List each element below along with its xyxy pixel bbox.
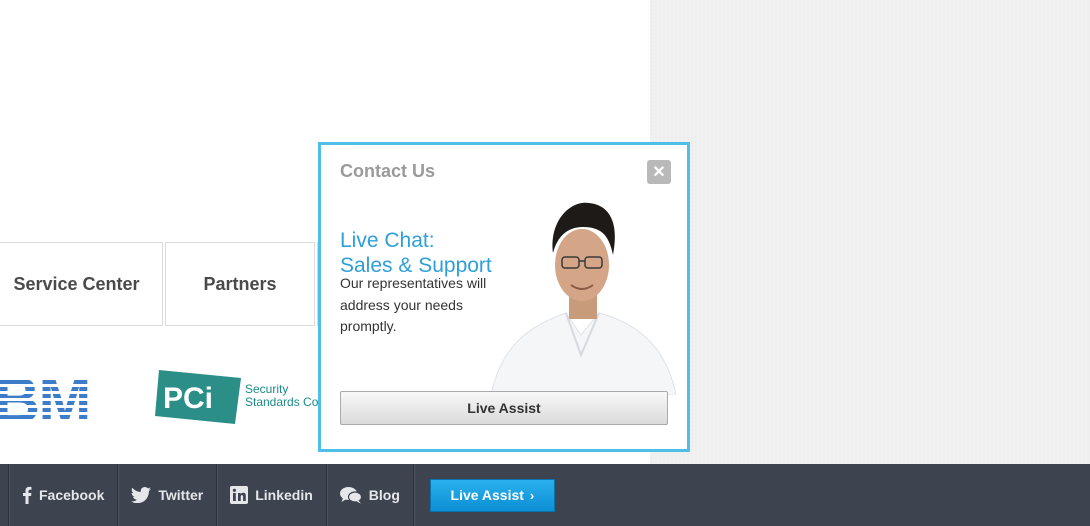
linkedin-link[interactable]: Linkedin	[217, 464, 326, 526]
ibm-logo: BM	[0, 366, 90, 426]
popup-title: Contact Us	[340, 161, 436, 181]
chevron-right-icon: ›	[529, 487, 535, 503]
blog-label: Blog	[368, 487, 400, 503]
linkedin-label: Linkedin	[255, 487, 313, 503]
footer-live-assist-label: Live Assist	[450, 487, 524, 503]
linkedin-icon	[230, 486, 249, 504]
footer-bar: Facebook Twitter Linkedin Blog Live Assi…	[0, 464, 1090, 526]
chat-bubbles-icon	[339, 486, 362, 504]
close-icon[interactable]: ✕	[647, 160, 671, 184]
pci-logo: PCi Security Standards Cou	[155, 368, 325, 426]
nav-tile-partners[interactable]: Partners	[165, 242, 315, 326]
twitter-label: Twitter	[158, 487, 204, 503]
facebook-label: Facebook	[39, 487, 105, 503]
twitter-icon	[131, 487, 152, 503]
page-background	[650, 0, 1090, 464]
popup-heading: Live Chat: Sales & Support	[340, 228, 492, 278]
footer-live-assist-button[interactable]: Live Assist ›	[429, 478, 555, 512]
facebook-icon	[22, 486, 32, 504]
pci-badge-icon: PCi	[155, 370, 241, 424]
svg-text:PCi: PCi	[163, 382, 213, 415]
facebook-link[interactable]: Facebook	[9, 464, 117, 526]
nav-tile-service-center[interactable]: Service Center	[0, 242, 163, 326]
popup-body: Our representatives will address your ne…	[340, 275, 487, 334]
live-assist-button[interactable]: Live Assist	[340, 391, 668, 425]
pci-caption-line2: Standards Cou	[245, 395, 326, 409]
popup-heading-line1: Live Chat:	[340, 229, 435, 252]
footer-divider	[412, 464, 414, 526]
pci-caption: Security Standards Cou	[245, 383, 325, 409]
contact-popup: Contact Us ✕ Live Chat: Sales & Support …	[318, 142, 690, 452]
blog-link[interactable]: Blog	[327, 464, 413, 526]
twitter-link[interactable]: Twitter	[118, 464, 216, 526]
